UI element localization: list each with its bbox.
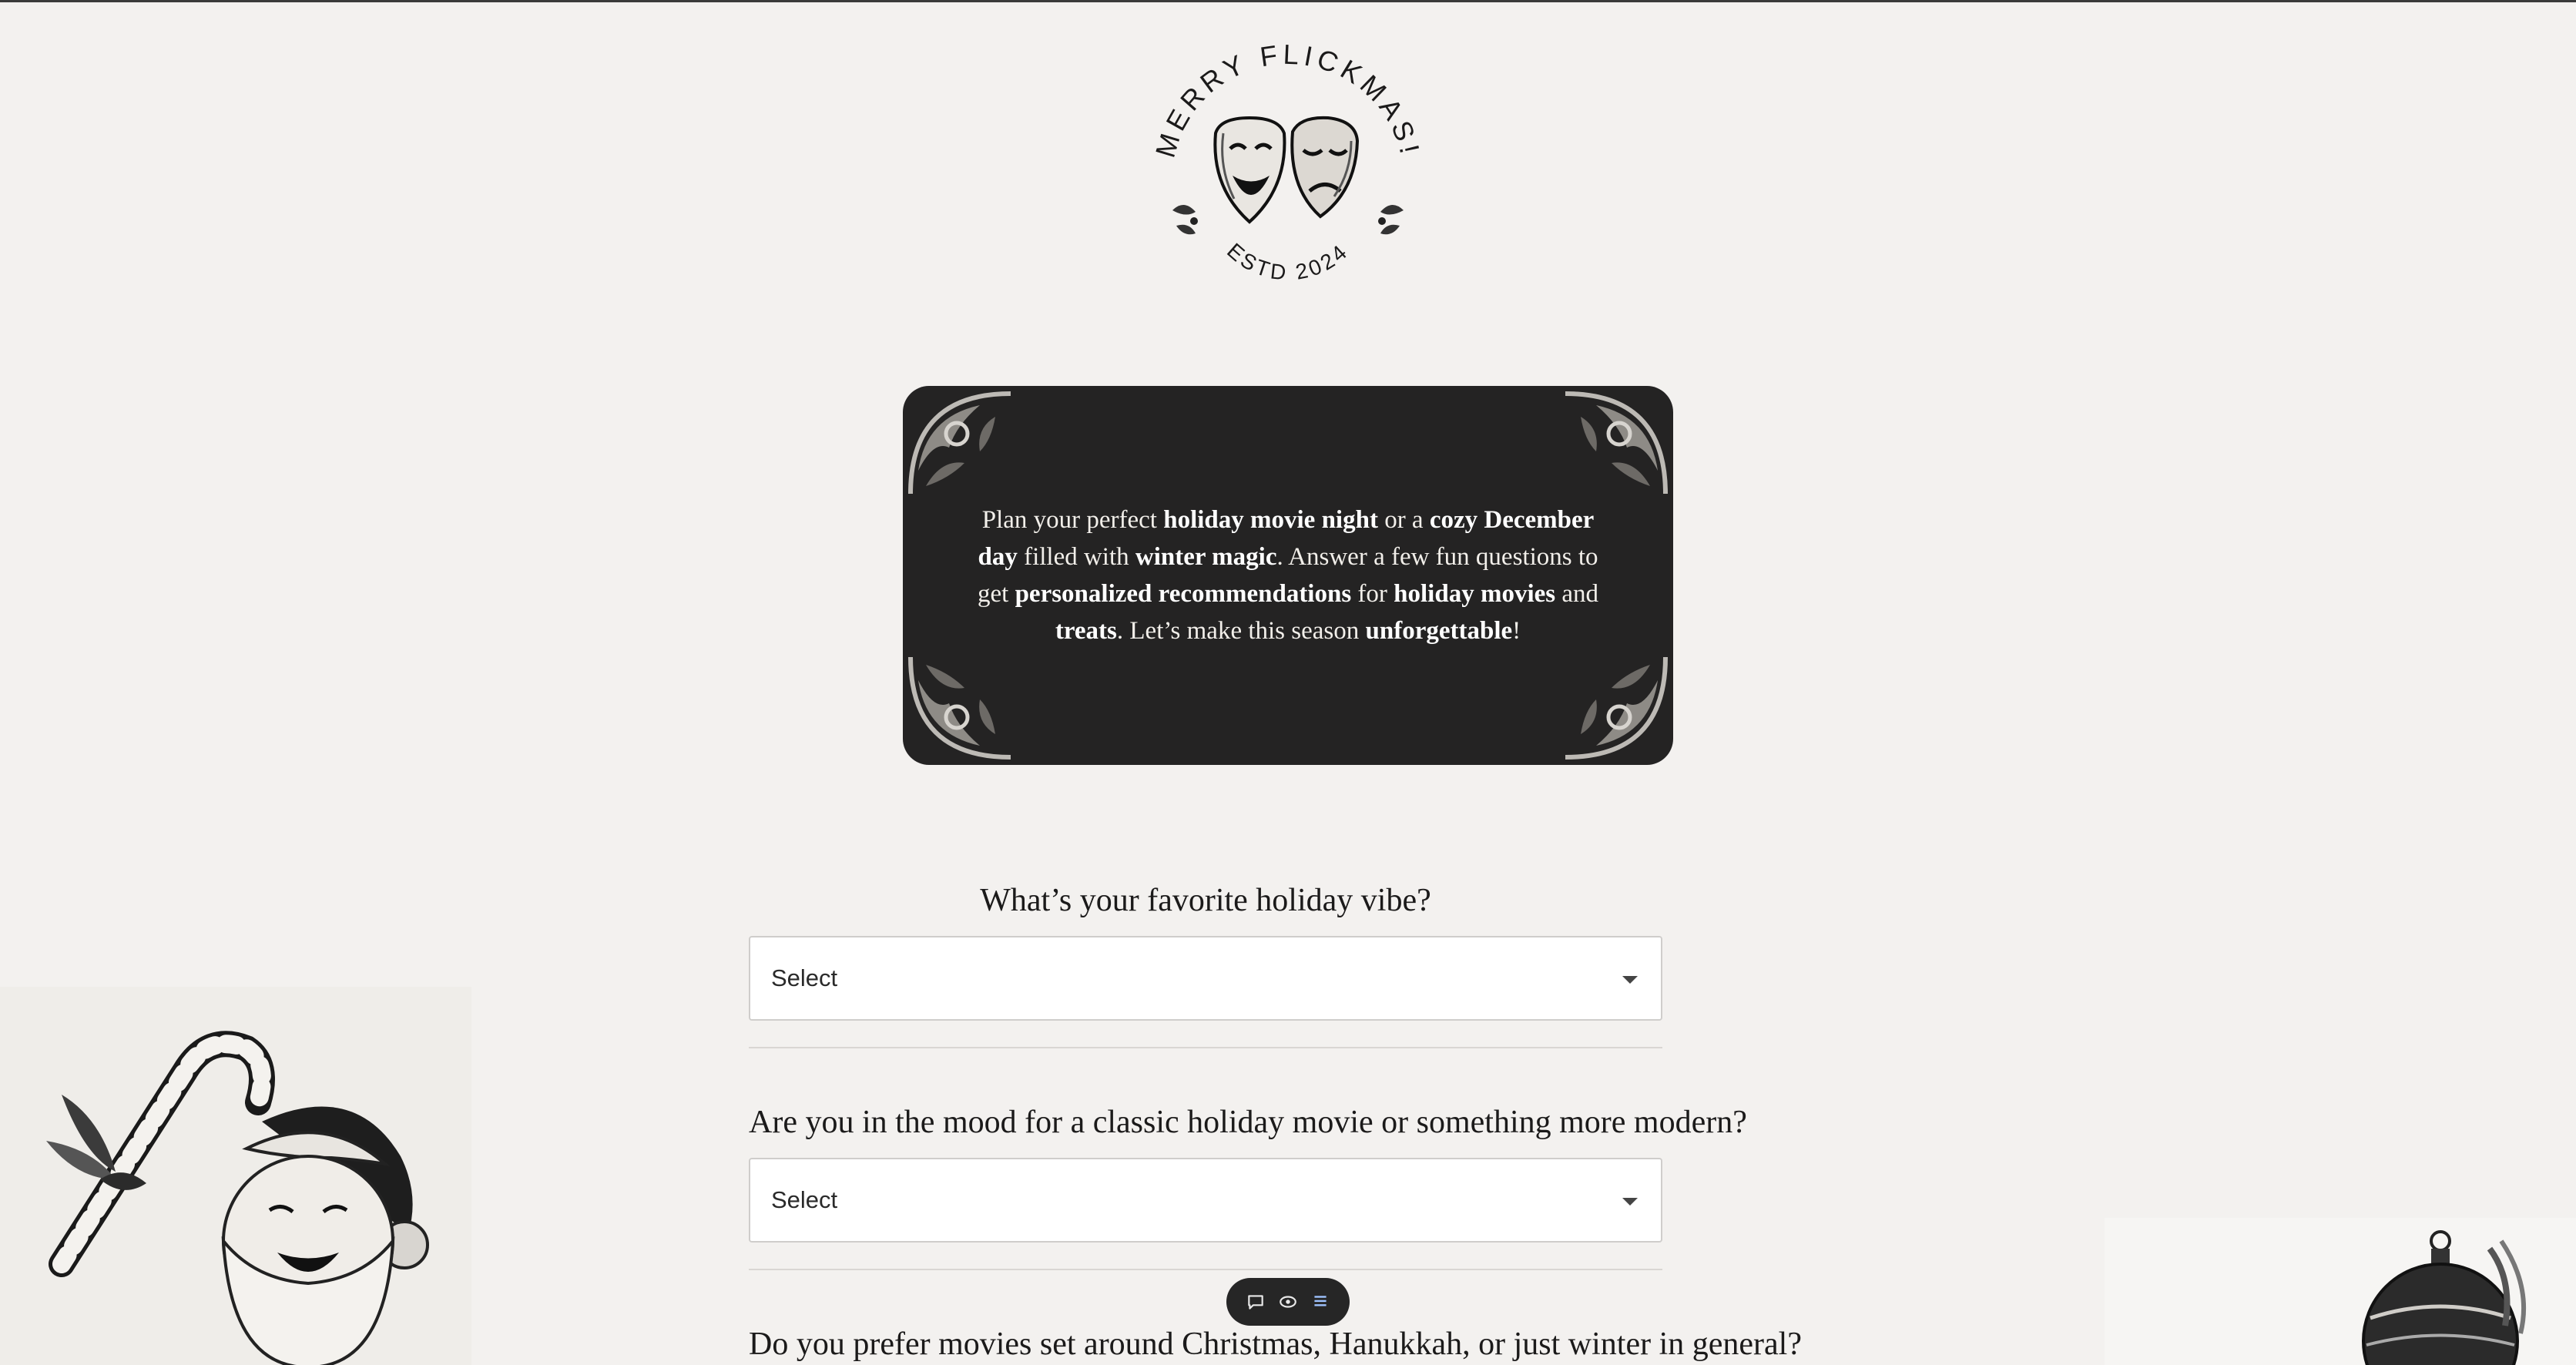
tragedy-mask-icon [1290, 116, 1360, 219]
caret-down-icon [1622, 1198, 1638, 1206]
question-classic-or-modern: Are you in the mood for a classic holida… [749, 1101, 1827, 1270]
holly-icon [1172, 204, 1198, 235]
eye-icon [1280, 1296, 1296, 1308]
ornate-corner-icon [903, 649, 1018, 765]
intro-text-highlight: winter magic [1135, 543, 1277, 571]
question-holiday-vibe: What’s your favorite holiday vibe? Selec… [749, 879, 1827, 1048]
comment-button[interactable] [1242, 1288, 1270, 1316]
question-holiday-setting: Do you prefer movies set around Christma… [749, 1323, 1827, 1365]
intro-text-segment: . Let’s make this season [1116, 617, 1366, 645]
logo-title-text: MERRY FLICKMAS! [1149, 39, 1422, 161]
intro-text-highlight: unforgettable [1365, 617, 1513, 645]
list-icon [1314, 1296, 1327, 1306]
page: MERRY FLICKMAS! ESTD 2024 Plan your perf… [0, 0, 2576, 1365]
divider [749, 1269, 1662, 1270]
question-label: What’s your favorite holiday vibe? [980, 883, 1431, 918]
site-logo[interactable]: MERRY FLICKMAS! ESTD 2024 [1149, 33, 1427, 295]
ornament-icon [2362, 1230, 2527, 1365]
intro-text-segment: filled with [1017, 543, 1135, 571]
intro-text: Plan your perfect holiday movie night or… [968, 501, 1608, 649]
classic-or-modern-select[interactable]: Select [749, 1158, 1662, 1243]
select-value: Select [771, 1186, 838, 1213]
intro-text-highlight: treats [1055, 617, 1117, 645]
santa-icon [221, 1106, 429, 1365]
comedy-mask-icon [1213, 116, 1286, 224]
question-label: Do you prefer movies set around Christma… [749, 1326, 1802, 1362]
svg-text:ESTD 2024: ESTD 2024 [1223, 239, 1353, 285]
svg-text:MERRY FLICKMAS!: MERRY FLICKMAS! [1149, 39, 1427, 161]
intro-text-segment: and [1555, 580, 1599, 608]
intro-text-highlight: holiday movie night [1163, 506, 1378, 534]
santa-illustration [0, 987, 471, 1365]
ornate-corner-icon [1558, 649, 1673, 765]
intro-text-highlight: holiday movies [1394, 580, 1556, 608]
intro-text-segment: ! [1512, 617, 1521, 645]
comment-icon [1248, 1295, 1263, 1310]
ornate-corner-icon [1558, 386, 1673, 501]
intro-text-segment: Plan your perfect [981, 506, 1164, 534]
intro-text-segment: or a [1377, 506, 1430, 534]
logo-established-text: ESTD 2024 [1223, 239, 1350, 285]
preview-button[interactable] [1274, 1288, 1302, 1316]
divider [749, 1047, 1662, 1048]
holly-icon [1378, 204, 1404, 235]
intro-text-segment: for [1351, 580, 1394, 608]
intro-text-highlight: personalized recommendations [1015, 580, 1352, 608]
floating-toolbar [1226, 1278, 1350, 1326]
intro-card: Plan your perfect holiday movie night or… [903, 386, 1673, 765]
caret-down-icon [1622, 976, 1638, 984]
question-label: Are you in the mood for a classic holida… [749, 1105, 1747, 1140]
outline-button[interactable] [1306, 1288, 1334, 1316]
theater-masks-logo-graphic: MERRY FLICKMAS! ESTD 2024 [1149, 39, 1427, 285]
select-value: Select [771, 964, 838, 991]
ornament-illustration [2105, 1218, 2576, 1365]
ornate-corner-icon [903, 386, 1018, 501]
holiday-vibe-select[interactable]: Select [749, 936, 1662, 1021]
